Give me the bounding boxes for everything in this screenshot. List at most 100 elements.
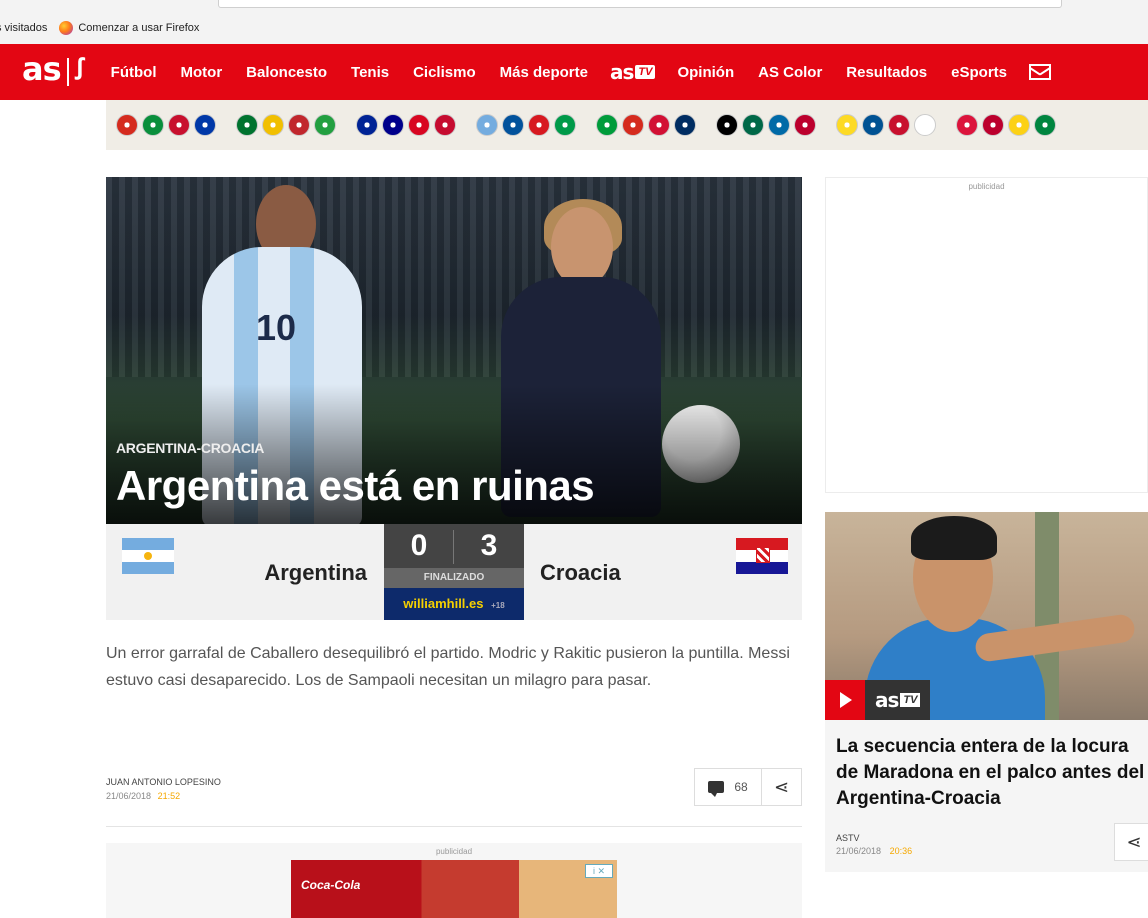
country-flag-icon[interactable] bbox=[434, 114, 456, 136]
country-flag-icon[interactable] bbox=[262, 114, 284, 136]
country-flag-icon[interactable] bbox=[768, 114, 790, 136]
country-flag-icon[interactable] bbox=[622, 114, 644, 136]
nav-item-motor[interactable]: Motor bbox=[181, 64, 223, 81]
astv-tv-text: TV bbox=[635, 65, 656, 79]
mail-icon[interactable] bbox=[1029, 64, 1051, 80]
logo-mark-icon: ꭍ bbox=[74, 53, 85, 86]
jersey-number: 10 bbox=[256, 307, 297, 348]
country-flag-icon[interactable] bbox=[142, 114, 164, 136]
site-logo[interactable]: as ꭍ bbox=[0, 44, 85, 100]
sponsor-banner[interactable]: williamhill.es +18 bbox=[384, 588, 524, 620]
country-flag-icon[interactable] bbox=[476, 114, 498, 136]
nav-item-baloncesto[interactable]: Baloncesto bbox=[246, 64, 327, 81]
nav-item-opinion[interactable]: Opinión bbox=[677, 64, 734, 81]
side-share-button[interactable]: ⋖ bbox=[1114, 823, 1148, 861]
bookmark-most-visited[interactable]: s visitados bbox=[0, 22, 47, 34]
sidebar-video-story[interactable]: as TV La secuencia entera de la locura d… bbox=[825, 512, 1148, 872]
country-flag-icon[interactable] bbox=[194, 114, 216, 136]
flag-group bbox=[236, 114, 340, 136]
country-flag-icon[interactable] bbox=[502, 114, 524, 136]
country-flag-icon[interactable] bbox=[314, 114, 336, 136]
astv-tv-text: TV bbox=[900, 693, 921, 707]
country-flag-icon[interactable] bbox=[288, 114, 310, 136]
side-story-byline: ASTV 21/06/2018 20:36 bbox=[836, 832, 912, 858]
adchoices-icon[interactable]: i ✕ bbox=[585, 864, 613, 878]
bottom-advertisement: publicidad Coca-Cola i ✕ bbox=[106, 843, 802, 918]
share-button[interactable]: ⋖ bbox=[762, 768, 802, 806]
play-icon[interactable] bbox=[825, 680, 865, 720]
bookmark-firefox-start[interactable]: Comenzar a usar Firefox bbox=[59, 21, 199, 35]
country-flag-icon[interactable] bbox=[116, 114, 138, 136]
side-story-time: 20:36 bbox=[889, 846, 913, 856]
astv-as-text: as bbox=[875, 688, 899, 712]
world-cup-flags-bar bbox=[106, 100, 1148, 150]
nav-item-as-color[interactable]: AS Color bbox=[758, 64, 822, 81]
croatia-flag-icon bbox=[736, 538, 788, 574]
publish-time: 21:52 bbox=[157, 791, 181, 801]
logo-wordmark: as bbox=[22, 50, 62, 88]
share-icon: ⋖ bbox=[773, 776, 790, 797]
browser-toolbar: s visitados Comenzar a usar Firefox bbox=[0, 0, 1148, 44]
firefox-icon bbox=[59, 21, 74, 35]
nav-item-resultados[interactable]: Resultados bbox=[846, 64, 927, 81]
country-flag-icon[interactable] bbox=[862, 114, 884, 136]
country-flag-icon[interactable] bbox=[956, 114, 978, 136]
side-story-headline[interactable]: La secuencia entera de la locura de Mara… bbox=[836, 734, 1148, 812]
nav-item-ciclismo[interactable]: Ciclismo bbox=[413, 64, 476, 81]
argentina-flag-icon bbox=[122, 538, 174, 574]
country-flag-icon[interactable] bbox=[596, 114, 618, 136]
country-flag-icon[interactable] bbox=[408, 114, 430, 136]
score-box: 0 3 FINALIZADO williamhill.es +18 bbox=[384, 524, 524, 620]
country-flag-icon[interactable] bbox=[982, 114, 1004, 136]
side-story-date: 21/06/2018 bbox=[836, 846, 882, 856]
country-flag-icon[interactable] bbox=[836, 114, 858, 136]
country-flag-icon[interactable] bbox=[794, 114, 816, 136]
side-story-source[interactable]: ASTV bbox=[836, 832, 912, 845]
url-bar[interactable] bbox=[218, 0, 1062, 8]
flag-group bbox=[956, 114, 1060, 136]
article-byline: JUAN ANTONIO LOPESINO 21/06/2018 21:52 bbox=[106, 775, 221, 803]
player-head bbox=[551, 207, 613, 287]
nav-item-astv[interactable]: as TV bbox=[609, 60, 656, 84]
sponsor-name: williamhill.es bbox=[403, 596, 484, 611]
nav-item-esports[interactable]: eSports bbox=[951, 64, 1007, 81]
nav-item-tenis[interactable]: Tenis bbox=[351, 64, 389, 81]
flag-group bbox=[356, 114, 460, 136]
nav-item-mas-deporte[interactable]: Más deporte bbox=[500, 64, 588, 81]
logo-separator bbox=[66, 58, 69, 86]
country-flag-icon[interactable] bbox=[888, 114, 910, 136]
country-flag-icon[interactable] bbox=[716, 114, 738, 136]
hero-kicker: ARGENTINA-CROACIA bbox=[116, 440, 265, 456]
country-flag-icon[interactable] bbox=[554, 114, 576, 136]
country-flag-icon[interactable] bbox=[648, 114, 670, 136]
hero-article[interactable]: 10 ARGENTINA-CROACIA Argentina está en r… bbox=[106, 177, 802, 524]
comments-button[interactable]: 68 bbox=[694, 768, 762, 806]
country-flag-icon[interactable] bbox=[382, 114, 404, 136]
flag-group bbox=[476, 114, 580, 136]
publish-date: 21/06/2018 bbox=[106, 791, 152, 801]
country-flag-icon[interactable] bbox=[356, 114, 378, 136]
hero-headline[interactable]: Argentina está en ruinas bbox=[116, 462, 595, 510]
ad-brand-logo: Coca-Cola bbox=[301, 878, 361, 892]
country-flag-icon[interactable] bbox=[1008, 114, 1030, 136]
ad-label: publicidad bbox=[968, 182, 1005, 191]
ad-creative[interactable]: Coca-Cola i ✕ bbox=[291, 860, 617, 918]
browser-viewport: s visitados Comenzar a usar Firefox as ꭍ… bbox=[0, 0, 1148, 918]
video-badge[interactable]: as TV bbox=[825, 680, 931, 720]
country-flag-icon[interactable] bbox=[236, 114, 258, 136]
ad-label: publicidad bbox=[435, 847, 473, 856]
match-scoreboard[interactable]: Argentina 0 3 FINALIZADO williamhill.es … bbox=[106, 524, 802, 620]
country-flag-icon[interactable] bbox=[168, 114, 190, 136]
article-actions: 68 ⋖ bbox=[694, 768, 802, 806]
country-flag-icon[interactable] bbox=[674, 114, 696, 136]
nav-item-futbol[interactable]: Fútbol bbox=[111, 64, 157, 81]
flag-group bbox=[836, 114, 940, 136]
country-flag-icon[interactable] bbox=[914, 114, 936, 136]
country-flag-icon[interactable] bbox=[742, 114, 764, 136]
author-name[interactable]: JUAN ANTONIO LOPESINO bbox=[106, 775, 221, 789]
astv-brand: as TV bbox=[865, 680, 931, 720]
country-flag-icon[interactable] bbox=[1034, 114, 1056, 136]
astv-as-text: as bbox=[609, 60, 634, 84]
country-flag-icon[interactable] bbox=[528, 114, 550, 136]
video-thumbnail[interactable]: as TV bbox=[825, 512, 1148, 720]
